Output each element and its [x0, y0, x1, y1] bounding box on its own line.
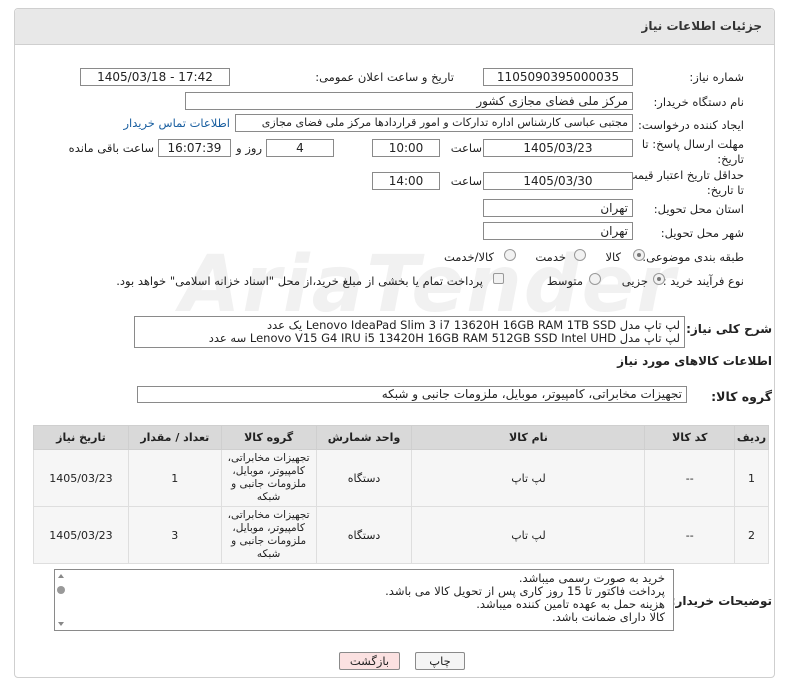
- payment-note: پرداخت تمام یا بخشی از مبلغ خرید،از محل …: [116, 274, 483, 288]
- buyer-note-line: کالا دارای ضمانت باشد.: [551, 610, 665, 624]
- back-button[interactable]: بازگشت: [339, 652, 400, 670]
- cell-date: 1405/03/23: [33, 506, 129, 564]
- items-table: ردیف کد کالا نام کالا واحد شمارش گروه کا…: [33, 425, 769, 564]
- days-label: روز و: [236, 141, 262, 155]
- cell-group: تجهیزات مخابراتی، کامپیوتر، موبایل، ملزو…: [220, 449, 317, 507]
- cell-date: 1405/03/23: [33, 449, 129, 507]
- col-header-qty: تعداد / مقدار: [127, 425, 222, 450]
- page-title: جزئیات اطلاعات نیاز: [641, 19, 762, 33]
- deadline-date-field: 1405/03/23: [483, 139, 633, 157]
- buyer-field: مرکز ملی فضای مجازی کشور: [185, 92, 633, 110]
- creator-field: مجتبی عباسی کارشناس اداره تدارکات و امور…: [235, 114, 633, 132]
- notes-scrollbar[interactable]: [55, 570, 67, 630]
- validity-time-field: 14:00: [372, 172, 440, 190]
- province-label: استان محل تحویل:: [653, 202, 744, 216]
- category-radio-service[interactable]: [574, 249, 586, 261]
- category-label: طبقه بندی موضوعی:: [642, 250, 744, 264]
- cell-code: --: [644, 506, 736, 564]
- cell-qty: 1: [127, 449, 222, 507]
- validity-label-date: تا تاریخ:: [706, 183, 744, 197]
- cell-index: 1: [734, 449, 769, 507]
- category-radio-goods[interactable]: [633, 249, 645, 261]
- col-header-group: گروه کالا: [220, 425, 317, 450]
- cell-unit: دستگاه: [315, 506, 413, 564]
- table-row: 1 -- لپ تاپ دستگاه تجهیزات مخابراتی، کام…: [33, 449, 769, 507]
- cell-code: --: [644, 449, 736, 507]
- category-option-goods-service: کالا/خدمت: [443, 250, 494, 264]
- goods-group-field: تجهیزات مخابراتی، کامپیوتر، موبایل، ملزو…: [137, 386, 687, 403]
- cell-qty: 3: [127, 506, 222, 564]
- validity-time-label: ساعت: [450, 174, 482, 188]
- deadline-time-label: ساعت: [450, 141, 482, 155]
- validity-label: حداقل تاریخ اعتبار قیمت:: [622, 168, 744, 182]
- scroll-down-icon[interactable]: [58, 622, 64, 626]
- cell-unit: دستگاه: [315, 449, 413, 507]
- purchase-type-label: نوع فرآیند خرید :: [662, 274, 744, 288]
- goods-info-title: اطلاعات کالاهای مورد نیاز: [617, 354, 772, 368]
- purchase-option-medium: متوسط: [546, 274, 583, 288]
- description-label: شرح کلی نیاز:: [686, 322, 772, 336]
- scroll-up-icon[interactable]: [58, 574, 64, 578]
- col-header-index: ردیف: [734, 425, 769, 450]
- city-field: تهران: [483, 222, 633, 240]
- validity-date-field: 1405/03/30: [483, 172, 633, 190]
- col-header-code: کد کالا: [644, 425, 736, 450]
- table-header-row: ردیف کد کالا نام کالا واحد شمارش گروه کا…: [33, 425, 769, 450]
- deadline-label-date: تاریخ:: [717, 152, 744, 166]
- scrollbar-graphic: [57, 574, 65, 626]
- creator-label: ایجاد کننده درخواست:: [638, 118, 744, 132]
- description-textarea: لپ تاپ مدل Lenovo IdeaPad Slim 3 i7 1362…: [134, 316, 685, 348]
- category-option-service: خدمت: [535, 250, 566, 264]
- need-number-label: شماره نیاز:: [689, 70, 744, 84]
- description-line-2: لپ تاپ مدل Lenovo V15 G4 IRU i5 13420H 1…: [208, 331, 680, 345]
- purchase-option-minor: جزیی: [621, 274, 648, 288]
- announce-label: تاریخ و ساعت اعلان عمومی:: [315, 70, 454, 84]
- cell-group: تجهیزات مخابراتی، کامپیوتر، موبایل، ملزو…: [220, 506, 317, 564]
- purchase-radio-medium[interactable]: [589, 273, 601, 285]
- city-label: شهر محل تحویل:: [660, 226, 744, 240]
- announce-field: 1405/03/18 - 17:42: [80, 68, 230, 86]
- col-header-date: تاریخ نیاز: [33, 425, 129, 450]
- col-header-unit: واحد شمارش: [315, 425, 413, 450]
- purchase-radio-minor[interactable]: [653, 273, 665, 285]
- goods-group-label: گروه کالا:: [711, 389, 772, 404]
- col-header-name: نام کالا: [411, 425, 646, 450]
- remaining-time-field: 16:07:39: [158, 139, 231, 157]
- category-option-goods: کالا: [605, 250, 621, 264]
- treasury-checkbox[interactable]: [493, 273, 504, 284]
- need-number-field: 1105090395000035: [483, 68, 633, 86]
- cell-name: لپ تاپ: [411, 506, 646, 564]
- panel-header: جزئیات اطلاعات نیاز: [15, 9, 774, 45]
- contact-buyer-link[interactable]: اطلاعات تماس خریدار: [123, 116, 230, 130]
- deadline-label: مهلت ارسال پاسخ: تا: [641, 137, 744, 151]
- cell-index: 2: [734, 506, 769, 564]
- buyer-label: نام دستگاه خریدار:: [653, 95, 744, 109]
- buyer-notes-textarea: خرید به صورت رسمی میباشد. پرداخت فاکتور …: [54, 569, 674, 631]
- cell-name: لپ تاپ: [411, 449, 646, 507]
- table-row: 2 -- لپ تاپ دستگاه تجهیزات مخابراتی، کام…: [33, 506, 769, 564]
- remaining-label: ساعت باقی مانده: [68, 141, 154, 155]
- scroll-thumb[interactable]: [57, 586, 65, 594]
- days-remaining-field: 4: [266, 139, 334, 157]
- category-radio-goods-service[interactable]: [504, 249, 516, 261]
- print-button[interactable]: چاپ: [415, 652, 465, 670]
- deadline-time-field: 10:00: [372, 139, 440, 157]
- buyer-notes-label: توضیحات خریدار:: [670, 594, 772, 608]
- province-field: تهران: [483, 199, 633, 217]
